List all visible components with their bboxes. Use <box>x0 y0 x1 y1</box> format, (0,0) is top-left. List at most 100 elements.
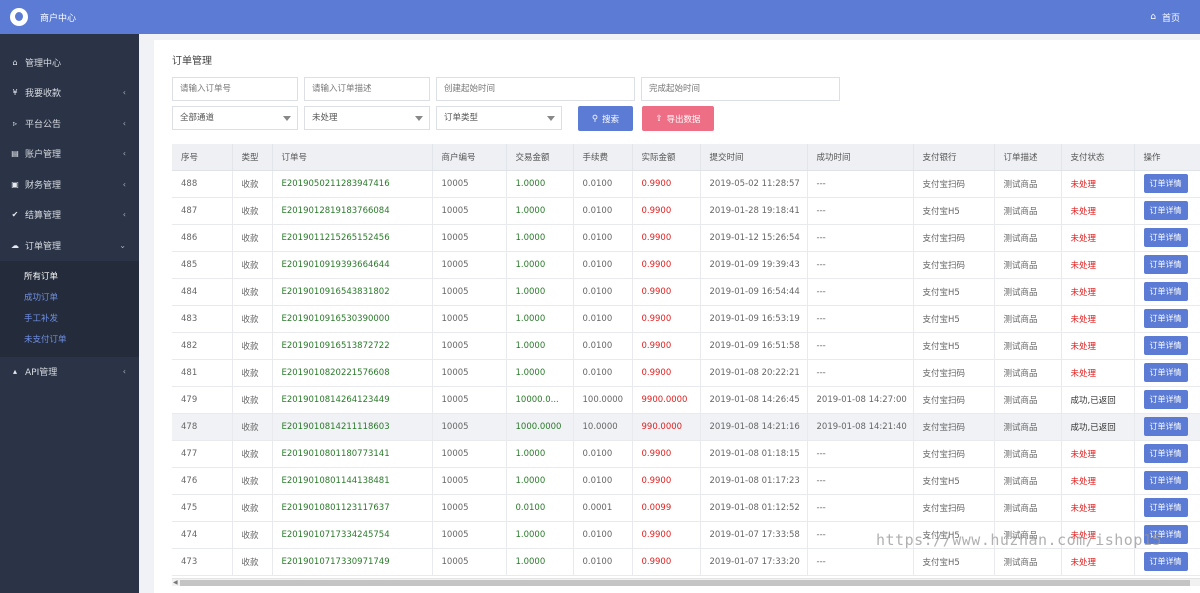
channel-select[interactable]: 全部通道 <box>172 106 298 130</box>
table-cell: E20190107173342457​54 <box>272 521 433 549</box>
finish-time-input[interactable] <box>641 77 840 101</box>
table-cell: --- <box>807 170 914 198</box>
table-row[interactable]: 482 收款 E20190109165138727​22 10005 1.0000 0.0… <box>172 332 1200 360</box>
home-link[interactable]: ⌂ 首页 <box>1150 0 1180 34</box>
order-detail-button[interactable]: 订单详情 <box>1143 336 1188 355</box>
app-title: 商户中心 <box>40 13 77 24</box>
table-cell: 支付宝扫码 <box>913 386 995 414</box>
scroll-left-icon[interactable]: ◀ <box>173 579 178 586</box>
order-detail-button[interactable]: 订单详情 <box>1143 174 1188 193</box>
table-row[interactable]: 475 收款 E20190108011231176​37 10005 0.0100 0.0… <box>172 494 1200 522</box>
export-button-label: 导出数据 <box>666 114 701 125</box>
table-cell: 2019-01-08 01:17:23 <box>700 467 808 495</box>
chevron-down-icon: ⌄ <box>119 240 126 250</box>
table-cell: 10005 <box>432 494 507 522</box>
order-detail-button[interactable]: 订单详情 <box>1143 390 1188 409</box>
sidebar-item-receive[interactable]: ¥ 我要收款 ‹ <box>0 78 139 109</box>
table-cell: 测试商品 <box>994 251 1062 279</box>
table-cell: 0.9900 <box>632 359 701 387</box>
table-cell: 1000.0000 <box>506 413 574 441</box>
table-cell: 481 <box>172 359 233 387</box>
sidebar-item-api[interactable]: ▴ API管理 ‹ <box>0 357 139 388</box>
table-row[interactable]: 473 收款 E20190107173309717​49 10005 1.0000 0.0… <box>172 548 1200 576</box>
sidebar-item-settlement[interactable]: ✔ 结算管理 ‹ <box>0 200 139 231</box>
table-row[interactable]: 486 收款 E20190112152651524​56 10005 1.0000 0.0… <box>172 224 1200 252</box>
chevron-left-icon: ‹ <box>122 118 126 128</box>
table-cell: --- <box>807 359 914 387</box>
table-cell: E20190108202215766​08 <box>272 359 433 387</box>
submenu-item-all-orders[interactable]: 所有订单 <box>0 267 139 288</box>
table-cell-action: 订单详情 <box>1134 224 1200 252</box>
sidebar-item-label: 订单管理 <box>25 241 62 252</box>
order-detail-button[interactable]: 订单详情 <box>1143 417 1188 436</box>
sidebar-item-orders[interactable]: ☁ 订单管理 ⌄ <box>0 230 139 261</box>
table-row[interactable]: 484 收款 E20190109165438318​02 10005 1.0000 0.0… <box>172 278 1200 306</box>
table-cell: 2019-01-08 01:18:15 <box>700 440 808 468</box>
submenu-item-manual-resend[interactable]: 手工补发 <box>0 309 139 330</box>
table-cell: 支付宝H5 <box>913 197 995 225</box>
sidebar-item-dashboard[interactable]: ⌂ 管理中心 <box>0 47 139 78</box>
table-cell: 1.0000 <box>506 521 574 549</box>
order-detail-button[interactable]: 订单详情 <box>1143 498 1188 517</box>
table-cell: 0.9900 <box>632 197 701 225</box>
finish-time-field[interactable] <box>649 78 839 100</box>
order-detail-button[interactable]: 订单详情 <box>1143 363 1188 382</box>
table-row[interactable]: 477 收款 E20190108011807731​41 10005 1.0000 0.0… <box>172 440 1200 468</box>
order-detail-button[interactable]: 订单详情 <box>1143 444 1188 463</box>
sidebar-item-account[interactable]: ▤ 账户管理 ‹ <box>0 139 139 170</box>
column-header: 操作 <box>1134 144 1200 171</box>
table-row[interactable]: 488 收款 E20190502112839474​16 10005 1.0000 0.0… <box>172 170 1200 198</box>
table-cell: 10.0000 <box>573 413 633 441</box>
order-detail-button[interactable]: 订单详情 <box>1143 255 1188 274</box>
order-desc-field[interactable] <box>312 78 429 100</box>
sidebar-item-finance[interactable]: ▣ 财务管理 ‹ <box>0 169 139 200</box>
table-cell: E20190502112839474​16 <box>272 170 433 198</box>
table-cell: 支付宝扫码 <box>913 251 995 279</box>
order-desc-input[interactable] <box>304 77 430 101</box>
submenu-item-success-orders[interactable]: 成功订单 <box>0 288 139 309</box>
table-cell: 收款 <box>232 440 273 468</box>
table-row[interactable]: 479 收款 E20190108142641234​49 10005 10000.0..… <box>172 386 1200 414</box>
table-cell: 支付宝扫码 <box>913 224 995 252</box>
search-button[interactable]: ⚲ 搜索 <box>578 106 633 131</box>
order-type-select[interactable]: 订单类型 <box>436 106 562 130</box>
table-row[interactable]: 476 收款 E20190108011441384​81 10005 1.0000 0.0… <box>172 467 1200 495</box>
table-row[interactable]: 483 收款 E20190109165303900​00 10005 1.0000 0.0… <box>172 305 1200 333</box>
order-no-input[interactable] <box>172 77 298 101</box>
sidebar-item-notice[interactable]: ▹ 平台公告 ‹ <box>0 108 139 139</box>
table-cell: 测试商品 <box>994 278 1062 306</box>
column-header: 订单描述 <box>994 144 1062 171</box>
order-detail-button[interactable]: 订单详情 <box>1143 309 1188 328</box>
order-detail-button[interactable]: 订单详情 <box>1143 228 1188 247</box>
table-cell-action: 订单详情 <box>1134 494 1200 522</box>
table-cell: 2019-01-12 15:26:54 <box>700 224 808 252</box>
order-detail-button[interactable]: 订单详情 <box>1143 201 1188 220</box>
table-row[interactable]: 487 收款 E20190128191837660​84 10005 1.0000 0.0… <box>172 197 1200 225</box>
order-no-field[interactable] <box>180 78 297 100</box>
table-cell: 支付宝H5 <box>913 278 995 306</box>
table-cell: E20190108142111186​03 <box>272 413 433 441</box>
submenu-item-unpaid-orders[interactable]: 未支付订单 <box>0 330 139 351</box>
table-cell: --- <box>807 305 914 333</box>
status-select[interactable]: 未处理 <box>304 106 430 130</box>
table-row[interactable]: 478 收款 E20190108142111186​03 10005 1000.0000… <box>172 413 1200 441</box>
table-cell: 1.0000 <box>506 170 574 198</box>
table-row[interactable]: 481 收款 E20190108202215766​08 10005 1.0000 0.0… <box>172 359 1200 387</box>
table-cell: 2019-01-07 17:33:58 <box>700 521 808 549</box>
table-cell: 未处理 <box>1061 278 1135 306</box>
table-cell: 476 <box>172 467 233 495</box>
table-cell-action: 订单详情 <box>1134 305 1200 333</box>
table-cell: 收款 <box>232 521 273 549</box>
table-row[interactable]: 485 收款 E20190109193936646​44 10005 1.0000 0.0… <box>172 251 1200 279</box>
scrollbar-thumb[interactable] <box>180 580 1190 586</box>
table-cell: 2019-01-08 14:26:45 <box>700 386 808 414</box>
order-detail-button[interactable]: 订单详情 <box>1143 471 1188 490</box>
order-detail-button[interactable]: 订单详情 <box>1143 282 1188 301</box>
order-detail-button[interactable]: 订单详情 <box>1143 552 1188 571</box>
horizontal-scrollbar[interactable]: ◀ <box>172 578 1200 586</box>
create-time-field[interactable] <box>444 78 634 100</box>
caret-down-icon <box>415 116 423 121</box>
create-time-input[interactable] <box>436 77 635 101</box>
export-button[interactable]: ⇧ 导出数据 <box>642 106 714 131</box>
bullhorn-icon: ▹ <box>12 118 17 128</box>
